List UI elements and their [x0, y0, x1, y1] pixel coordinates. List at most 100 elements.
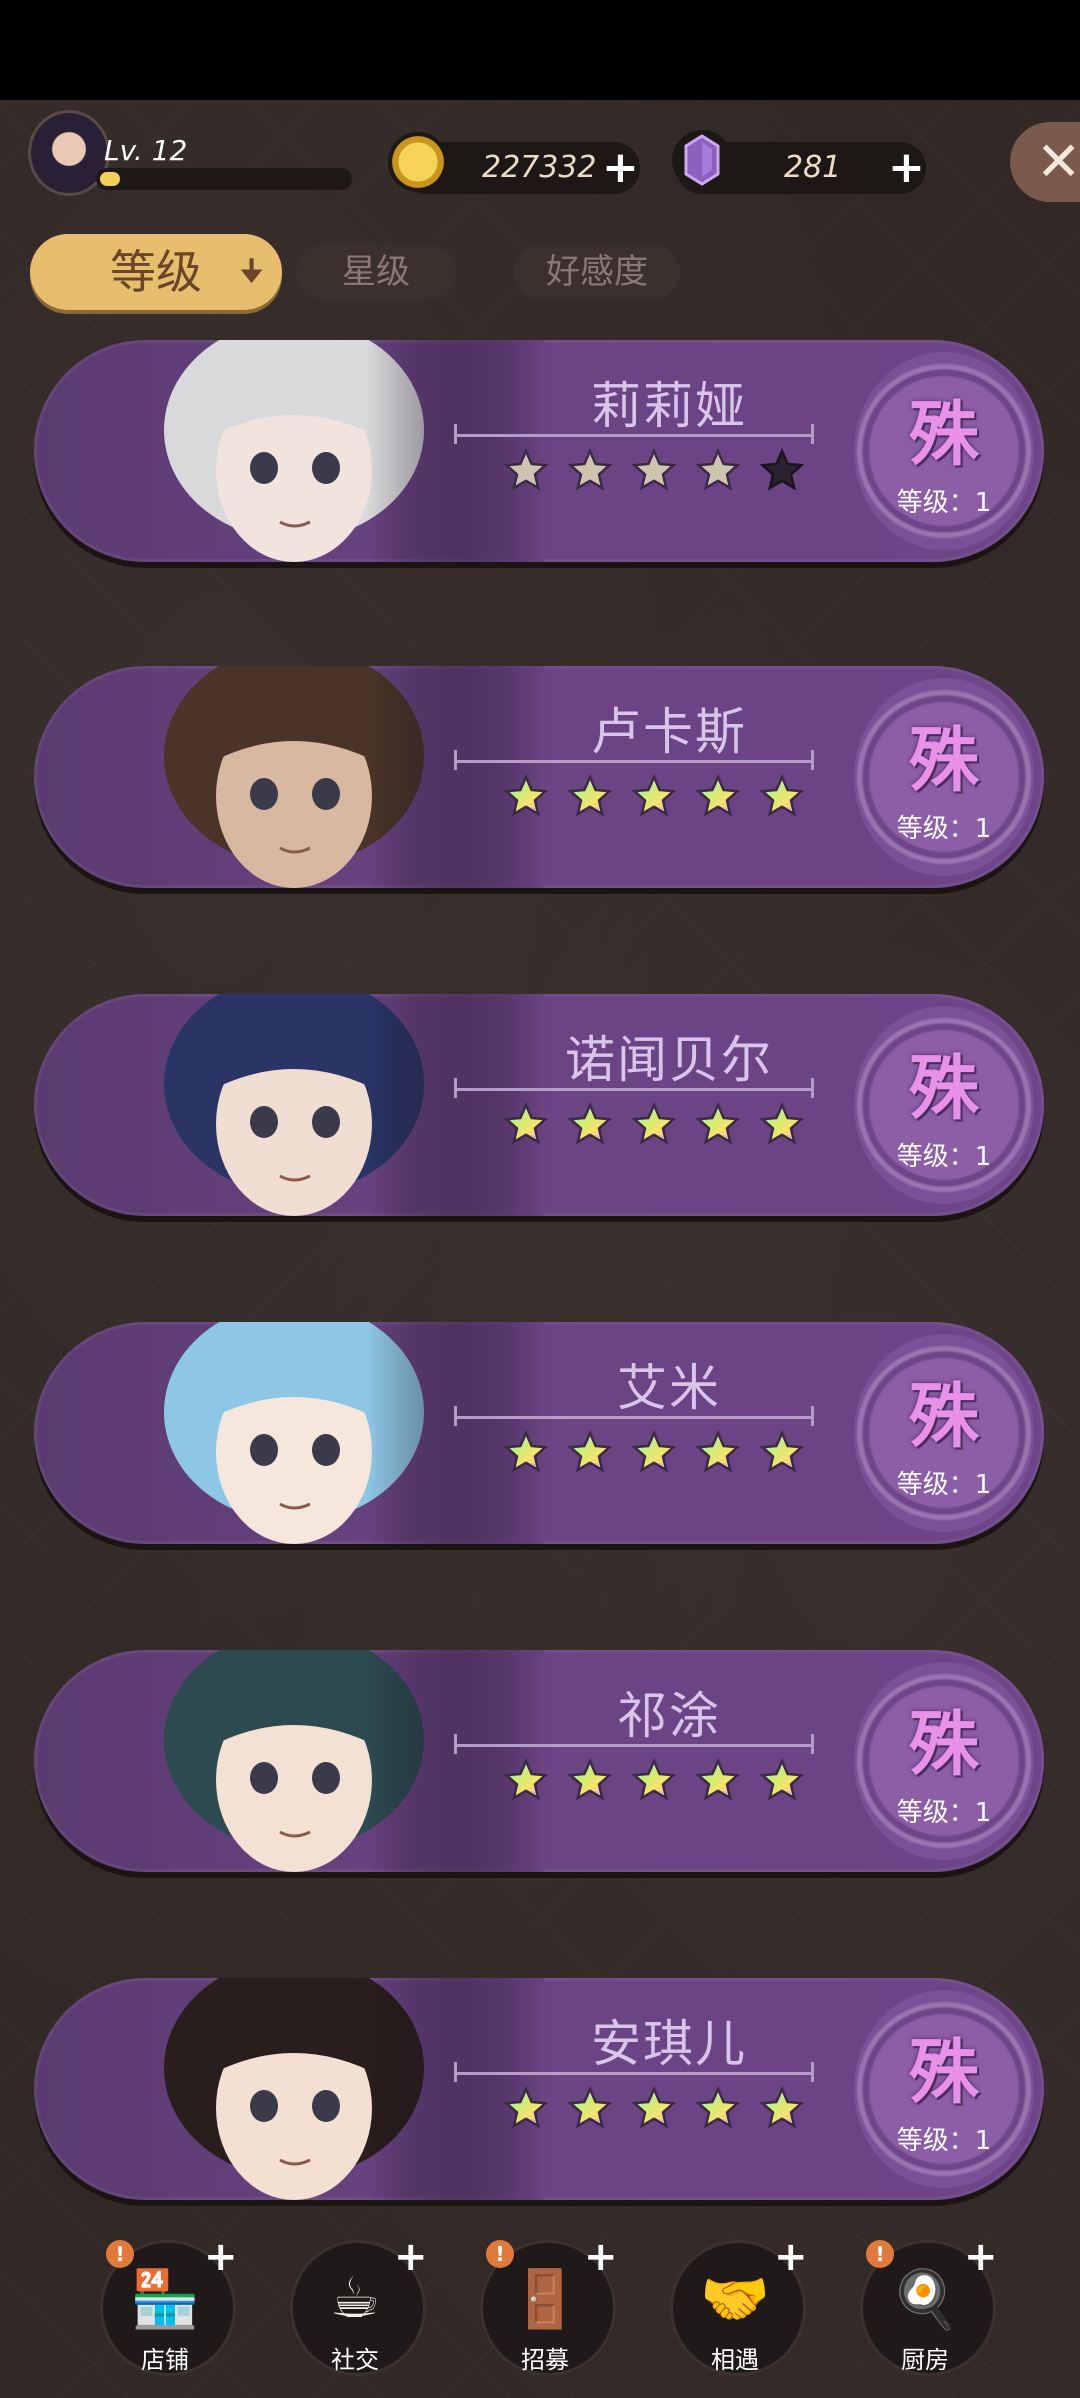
star-filled-icon: [696, 448, 740, 491]
nav-door[interactable]: 🚪 招募 +!: [480, 2234, 618, 2380]
star-filled-icon: [632, 1758, 676, 1801]
star-filled-icon: [632, 774, 676, 817]
plus-icon: +: [964, 2234, 998, 2280]
exp-bar: [96, 168, 352, 190]
star-filled-icon: [760, 1102, 804, 1145]
player-level: Lv. 12: [104, 134, 188, 167]
nav-label: 相遇: [711, 2346, 759, 2374]
star-filled-icon: [504, 1430, 548, 1473]
alert-icon: !: [106, 2240, 134, 2268]
character-name: 安琪儿: [591, 2015, 747, 2073]
rarity-badge: 殊等级：1: [854, 352, 1034, 550]
rarity-label: 殊: [909, 1047, 979, 1129]
coin-icon: [388, 132, 448, 192]
nav-shop[interactable]: 🏪 店铺 +!: [100, 2234, 238, 2380]
plus-icon: +: [394, 2234, 428, 2280]
star-filled-icon: [568, 448, 612, 491]
rarity-label: 殊: [909, 719, 979, 801]
character-card[interactable]: 安琪儿 殊等级：1: [34, 1978, 1044, 2200]
star-filled-icon: [632, 448, 676, 491]
star-filled-icon: [760, 774, 804, 817]
star-filled-icon: [568, 774, 612, 817]
star-filled-icon: [632, 2086, 676, 2129]
star-filled-icon: [696, 774, 740, 817]
alert-icon: !: [866, 2240, 894, 2268]
close-button[interactable]: ✕: [1010, 122, 1080, 202]
character-level: 等级：1: [896, 1142, 992, 1172]
character-card[interactable]: 诺闻贝尔 殊等级：1: [34, 994, 1044, 1216]
star-filled-icon: [632, 1430, 676, 1473]
character-card[interactable]: 卢卡斯 殊等级：1: [34, 666, 1044, 888]
star-rating: [504, 448, 804, 492]
character-card[interactable]: 艾米 殊等级：1: [34, 1322, 1044, 1544]
character-name: 艾米: [617, 1359, 721, 1417]
nav-pan[interactable]: 🍳 厨房 +!: [860, 2234, 998, 2380]
character-level: 等级：1: [896, 814, 992, 844]
character-portrait: [104, 994, 544, 1216]
character-name: 祁涂: [617, 1687, 721, 1745]
tab-sort-affection[interactable]: 好感度: [514, 244, 680, 300]
nav-label: 厨房: [901, 2346, 949, 2374]
star-rating: [504, 1102, 804, 1146]
rarity-badge: 殊等级：1: [854, 1006, 1034, 1204]
tab-label: 等级: [110, 245, 202, 299]
nav-coffee[interactable]: ☕ 社交 +: [290, 2234, 428, 2380]
status-bar: [0, 0, 1080, 100]
rarity-badge: 殊等级：1: [854, 1334, 1034, 1532]
character-card[interactable]: 祁涂 殊等级：1: [34, 1650, 1044, 1872]
name-divider: [454, 1078, 814, 1098]
gem-icon: [672, 130, 732, 190]
name-divider: [454, 1406, 814, 1426]
star-filled-icon: [760, 1758, 804, 1801]
nav-handshake[interactable]: 🤝 相遇 +: [670, 2234, 808, 2380]
rarity-badge: 殊等级：1: [854, 678, 1034, 876]
star-filled-icon: [504, 774, 548, 817]
sort-arrow-icon: 🠋: [239, 254, 264, 289]
star-filled-icon: [696, 2086, 740, 2129]
coin-value: 227332: [482, 150, 597, 185]
character-level: 等级：1: [896, 2126, 992, 2156]
star-empty-icon: [760, 448, 804, 491]
character-portrait: [104, 1978, 544, 2200]
star-filled-icon: [568, 1102, 612, 1145]
star-rating: [504, 1430, 804, 1474]
name-divider: [454, 2062, 814, 2082]
star-filled-icon: [760, 1430, 804, 1473]
plus-icon: +: [774, 2234, 808, 2280]
star-filled-icon: [504, 2086, 548, 2129]
star-filled-icon: [696, 1430, 740, 1473]
star-filled-icon: [696, 1758, 740, 1801]
character-card[interactable]: 莉莉娅 殊等级：1: [34, 340, 1044, 562]
add-coins-button[interactable]: +: [602, 146, 639, 190]
rarity-label: 殊: [909, 1703, 979, 1785]
character-portrait: [104, 666, 544, 888]
star-filled-icon: [568, 2086, 612, 2129]
name-divider: [454, 1734, 814, 1754]
character-level: 等级：1: [896, 488, 992, 518]
character-name: 诺闻贝尔: [565, 1031, 773, 1089]
character-level: 等级：1: [896, 1798, 992, 1828]
nav-label: 店铺: [141, 2346, 189, 2374]
alert-icon: !: [486, 2240, 514, 2268]
tab-sort-stars[interactable]: 星级: [296, 244, 456, 300]
character-name: 莉莉娅: [591, 377, 747, 435]
exp-bar-fill: [100, 172, 120, 186]
tab-sort-level[interactable]: 等级 🠋: [30, 234, 282, 310]
star-filled-icon: [504, 1758, 548, 1801]
star-rating: [504, 1758, 804, 1802]
star-filled-icon: [504, 448, 548, 491]
name-divider: [454, 424, 814, 444]
star-filled-icon: [568, 1430, 612, 1473]
character-portrait: [104, 1650, 544, 1872]
gem-value: 281: [784, 150, 842, 185]
star-rating: [504, 2086, 804, 2130]
star-filled-icon: [504, 1102, 548, 1145]
add-gems-button[interactable]: +: [888, 146, 925, 190]
nav-label: 社交: [331, 2346, 379, 2374]
star-filled-icon: [632, 1102, 676, 1145]
nav-label: 招募: [521, 2346, 569, 2374]
star-rating: [504, 774, 804, 818]
rarity-label: 殊: [909, 393, 979, 475]
rarity-label: 殊: [909, 2031, 979, 2113]
character-level: 等级：1: [896, 1470, 992, 1500]
